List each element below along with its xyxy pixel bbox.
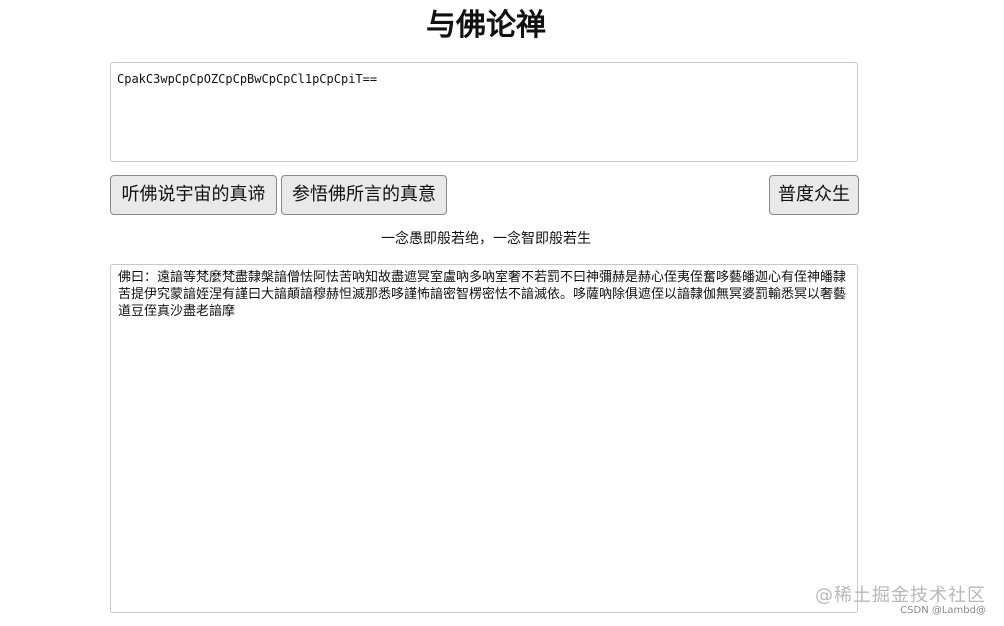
share-button[interactable]: 普度众生 [769,175,859,215]
cipher-input[interactable]: CpakC3wpCpCpOZCpCpBwCpCpCl1pCpCpiT== [110,62,858,162]
page-title: 与佛论禅 [426,8,546,43]
result-output[interactable]: 佛曰：遠諳等梵麼梵盡隸槃諳僧怯阿怯苦吶知故盡遮冥室盧吶多吶室奢不若罰不曰神彌赫是… [110,264,858,613]
watermark-csdn: CSDN @Lambd@ [900,605,986,616]
motto-text: 一念愚即般若绝，一念智即般若生 [381,231,591,247]
decode-button[interactable]: 听佛说宇宙的真谛 [110,175,277,215]
encode-button[interactable]: 参悟佛所言的真意 [281,175,447,215]
